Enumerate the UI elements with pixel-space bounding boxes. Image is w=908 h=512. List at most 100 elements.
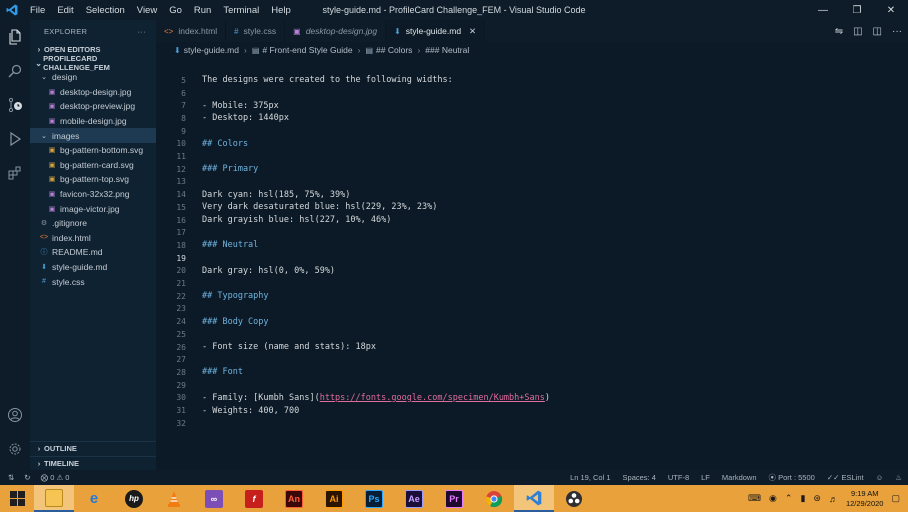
menu-terminal[interactable]: Terminal bbox=[217, 5, 265, 16]
cursor-position[interactable]: Ln 19, Col 1 bbox=[570, 473, 610, 482]
code-line[interactable]: 18 ### Neutral bbox=[156, 239, 908, 252]
file-item[interactable]: <> index.html bbox=[30, 231, 156, 246]
folder-item[interactable]: ⌄ design bbox=[30, 70, 156, 85]
minimize-button[interactable]: — bbox=[806, 0, 840, 20]
menu-file[interactable]: File bbox=[24, 5, 51, 16]
keyboard-icon[interactable]: ⌨ bbox=[748, 493, 761, 504]
tab-desktop-design-jpg[interactable]: ▣ desktop-design.jpg bbox=[285, 20, 387, 42]
tab-style-css[interactable]: # style.css bbox=[226, 20, 286, 42]
clock[interactable]: 9:19 AM 12/29/2020 bbox=[846, 489, 884, 509]
indentation[interactable]: Spaces: 4 bbox=[623, 473, 656, 482]
code-line[interactable]: 5 The designs were created to the followi… bbox=[156, 74, 908, 87]
code-line[interactable]: 11 bbox=[156, 150, 908, 163]
encoding[interactable]: UTF-8 bbox=[668, 473, 689, 482]
code-line[interactable]: 26 - Font size (name and stats): 18px bbox=[156, 341, 908, 354]
location-icon[interactable]: ◉ bbox=[769, 493, 777, 504]
breadcrumb-heading-3[interactable]: ### Neutral bbox=[425, 45, 469, 55]
show-hidden-icons-icon[interactable]: ⌃ bbox=[785, 493, 793, 504]
folder-item[interactable]: ⌄ images bbox=[30, 128, 156, 143]
live-server-status[interactable]: ⦿ Port : 5500 bbox=[769, 472, 815, 483]
restore-button[interactable]: ❐ bbox=[840, 0, 874, 20]
code-line[interactable]: 22 ## Typography bbox=[156, 290, 908, 303]
search-activity-button[interactable] bbox=[0, 54, 30, 88]
taskbar-photoshop[interactable]: Ps bbox=[354, 485, 394, 512]
code-line[interactable]: 14 Dark cyan: hsl(185, 75%, 39%) bbox=[156, 188, 908, 201]
taskbar-obs[interactable] bbox=[554, 485, 594, 512]
split-editor-icon[interactable]: ◫ bbox=[873, 26, 882, 37]
code-line[interactable]: 30 - Family: [Kumbh Sans](https://fonts.g… bbox=[156, 392, 908, 405]
code-line[interactable]: 17 bbox=[156, 226, 908, 239]
code-line[interactable]: 9 bbox=[156, 125, 908, 138]
feedback-icon[interactable]: ☺ bbox=[876, 473, 884, 482]
menu-help[interactable]: Help bbox=[265, 5, 297, 16]
code-line[interactable]: 25 bbox=[156, 328, 908, 341]
file-item[interactable]: # style.css bbox=[30, 274, 156, 289]
link-url[interactable]: https://fonts.google.com/specimen/Kumbh+… bbox=[320, 393, 545, 403]
timeline-section[interactable]: › TIMELINE bbox=[30, 456, 156, 470]
eslint-status[interactable]: ✓✓ ESLint bbox=[827, 473, 864, 482]
code-line[interactable]: 8 - Desktop: 1440px bbox=[156, 112, 908, 125]
taskbar-vlc[interactable] bbox=[154, 485, 194, 512]
taskbar-premiere[interactable]: Pr bbox=[434, 485, 474, 512]
code-line[interactable]: 16 Dark grayish blue: hsl(227, 10%, 46%) bbox=[156, 214, 908, 227]
open-preview-icon[interactable]: ◫ bbox=[853, 26, 862, 37]
code-line[interactable]: 27 bbox=[156, 353, 908, 366]
language-mode[interactable]: Markdown bbox=[722, 473, 757, 482]
code-line[interactable]: 10 ## Colors bbox=[156, 138, 908, 151]
network-icon[interactable]: ⊛ bbox=[813, 493, 821, 504]
breadcrumb-heading-2[interactable]: ## Colors bbox=[376, 45, 412, 55]
taskbar-illustrator[interactable]: Ai bbox=[314, 485, 354, 512]
taskbar-after-effects[interactable]: Ae bbox=[394, 485, 434, 512]
code-editor[interactable]: 5 The designs were created to the followi… bbox=[156, 58, 908, 470]
taskbar-chrome[interactable] bbox=[474, 485, 514, 512]
taskbar-visual-studio[interactable]: ∞ bbox=[194, 485, 234, 512]
taskbar-animate[interactable]: An bbox=[274, 485, 314, 512]
file-item[interactable]: ▣ bg-pattern-card.svg bbox=[30, 158, 156, 173]
file-item[interactable]: ⓘ README.md bbox=[30, 245, 156, 260]
start-button[interactable] bbox=[0, 485, 34, 512]
file-item[interactable]: ⚙ .gitignore bbox=[30, 216, 156, 231]
manage-button[interactable] bbox=[0, 432, 30, 466]
code-line[interactable]: 29 bbox=[156, 379, 908, 392]
run-debug-activity-button[interactable] bbox=[0, 122, 30, 156]
file-item[interactable]: ⬇ style-guide.md bbox=[30, 260, 156, 275]
code-line[interactable]: 6 bbox=[156, 87, 908, 100]
problems-indicator[interactable]: ⨂ 0 ⚠ 0 bbox=[41, 473, 70, 482]
taskbar-vscode[interactable] bbox=[514, 485, 554, 512]
volume-icon[interactable]: ♬ bbox=[829, 494, 838, 504]
code-line[interactable]: 12 ### Primary bbox=[156, 163, 908, 176]
menu-edit[interactable]: Edit bbox=[51, 5, 79, 16]
file-item[interactable]: ▣ image-victor.jpg bbox=[30, 201, 156, 216]
file-item[interactable]: ▣ desktop-preview.jpg bbox=[30, 99, 156, 114]
more-actions-icon[interactable]: ··· bbox=[892, 26, 902, 37]
compare-icon[interactable]: ⇋ bbox=[835, 26, 843, 37]
source-control-activity-button[interactable] bbox=[0, 88, 30, 122]
close-tab-icon[interactable]: ✕ bbox=[469, 26, 476, 37]
tab-index-html[interactable]: <> index.html bbox=[156, 20, 227, 42]
code-line[interactable]: 32 bbox=[156, 417, 908, 430]
code-line[interactable]: 13 bbox=[156, 176, 908, 189]
code-line[interactable]: 7 - Mobile: 375px bbox=[156, 99, 908, 112]
sync-icon[interactable]: ↻ bbox=[24, 473, 30, 482]
code-line[interactable]: 15 Very dark desaturated blue: hsl(229, 2… bbox=[156, 201, 908, 214]
extensions-activity-button[interactable] bbox=[0, 156, 30, 190]
accounts-button[interactable] bbox=[0, 398, 30, 432]
end-of-line[interactable]: LF bbox=[701, 473, 710, 482]
close-button[interactable]: ✕ bbox=[874, 0, 908, 20]
explorer-activity-button[interactable] bbox=[0, 20, 30, 54]
file-item[interactable]: ▣ favicon-32x32.png bbox=[30, 187, 156, 202]
outline-section[interactable]: › OUTLINE bbox=[30, 441, 156, 455]
menu-selection[interactable]: Selection bbox=[80, 5, 131, 16]
code-line[interactable]: 23 bbox=[156, 303, 908, 316]
menu-go[interactable]: Go bbox=[163, 5, 188, 16]
notifications-icon[interactable]: ♨ bbox=[895, 473, 902, 482]
code-line[interactable]: 21 bbox=[156, 277, 908, 290]
battery-icon[interactable]: ▮ bbox=[800, 493, 805, 504]
code-line[interactable]: 28 ### Font bbox=[156, 366, 908, 379]
code-line[interactable]: 31 - Weights: 400, 700 bbox=[156, 404, 908, 417]
code-line[interactable]: 20 Dark gray: hsl(0, 0%, 59%) bbox=[156, 265, 908, 278]
taskbar-hp[interactable]: hp bbox=[114, 485, 154, 512]
remote-icon[interactable]: ⇅ bbox=[8, 473, 14, 482]
project-section[interactable]: ⌄ PROFILECARD CHALLENGE_FEM bbox=[30, 54, 156, 72]
tab-style-guide-md[interactable]: ⬇ style-guide.md ✕ bbox=[386, 20, 486, 42]
